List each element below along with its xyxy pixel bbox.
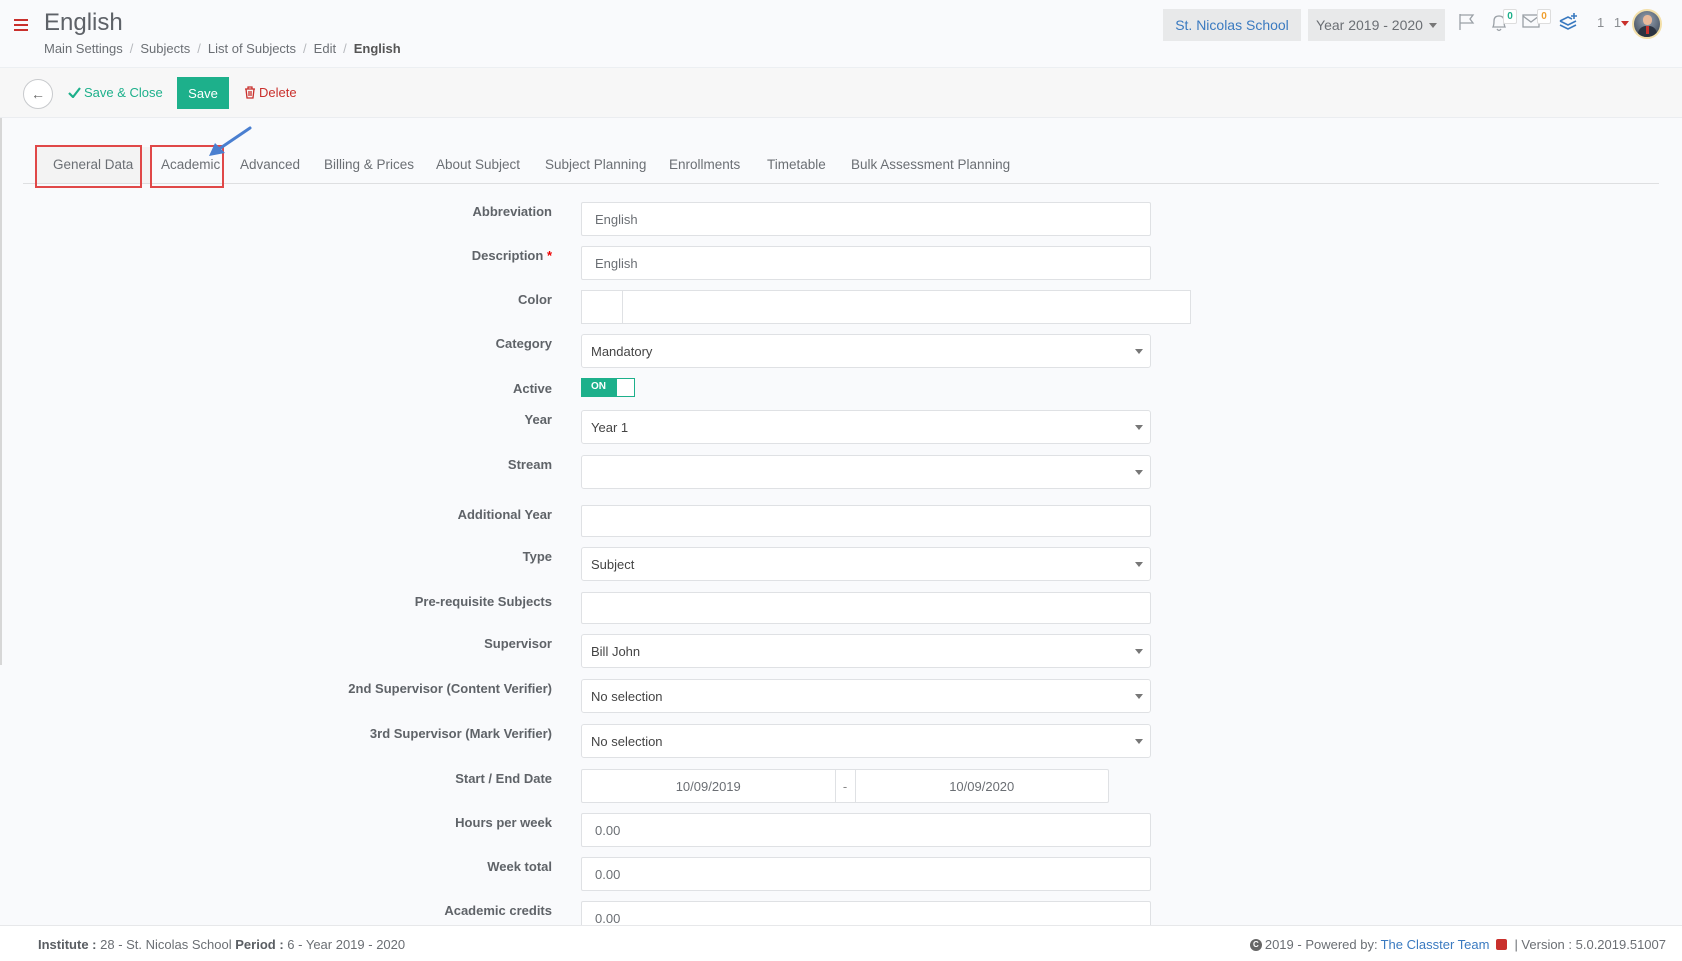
tab-timetable[interactable]: Timetable (767, 147, 826, 183)
stream-label: Stream (507, 457, 552, 472)
save-button[interactable]: Save (177, 77, 229, 109)
category-label: Category (495, 336, 552, 351)
check-icon (68, 87, 81, 98)
save-and-close-label: Save & Close (84, 85, 163, 100)
user-menu-caret-icon[interactable] (1621, 21, 1629, 26)
chevron-down-icon (1135, 649, 1143, 654)
chevron-down-icon (1135, 562, 1143, 567)
second-supervisor-label: 2nd Supervisor (Content Verifier) (348, 681, 552, 696)
copyright-text: 2019 - Powered by: (1264, 937, 1378, 952)
chevron-down-icon (1428, 22, 1437, 28)
page-title: English (44, 9, 123, 36)
start-date-input[interactable]: 10/09/2019 (582, 770, 835, 802)
required-asterisk: * (546, 248, 552, 263)
tab-bulk-assessment-planning[interactable]: Bulk Assessment Planning (851, 147, 1010, 183)
tab-academic[interactable]: Academic (157, 147, 220, 183)
tab-billing-prices[interactable]: Billing & Prices (324, 147, 414, 183)
year-label: Year (524, 412, 552, 427)
notifications-bell-icon[interactable]: 0 (1490, 9, 1517, 36)
version-text: | Version : 5.0.2019.51007 (1514, 937, 1666, 952)
menu-toggle-icon[interactable] (14, 19, 28, 33)
abbreviation-label: Abbreviation (472, 204, 552, 219)
stream-select[interactable] (581, 455, 1151, 489)
notifications-badge: 0 (1503, 9, 1517, 24)
supervisor-select[interactable]: Bill John (581, 634, 1151, 668)
color-picker-input[interactable] (581, 290, 1191, 324)
abbreviation-input[interactable]: English (581, 202, 1151, 236)
year-selector-label: Year 2019 - 2020 (1316, 17, 1423, 33)
footer-institute-info: Institute : 28 - St. Nicolas School Peri… (38, 937, 406, 952)
active-toggle[interactable]: ON (581, 378, 635, 397)
second-supervisor-select[interactable]: No selection (581, 679, 1151, 713)
messages-badge: 0 (1537, 9, 1551, 24)
hours-per-week-label: Hours per week (455, 815, 552, 830)
prerequisite-subjects-input[interactable] (581, 592, 1151, 624)
arrow-left-icon: ← (31, 86, 45, 102)
trash-icon (245, 86, 255, 99)
chevron-down-icon (1135, 470, 1143, 475)
tab-advanced[interactable]: Advanced (240, 147, 300, 183)
category-select[interactable]: Mandatory (581, 334, 1151, 368)
breadcrumb-current: English (353, 41, 401, 56)
footer: Institute : 28 - St. Nicolas School Peri… (0, 925, 1682, 961)
description-input[interactable]: English (581, 246, 1151, 280)
delete-button[interactable]: Delete (244, 85, 297, 100)
chevron-down-icon (1135, 694, 1143, 699)
supervisor-label: Supervisor (484, 636, 552, 651)
breadcrumb-main-settings[interactable]: Main Settings (44, 41, 123, 56)
delete-label: Delete (259, 85, 297, 100)
prerequisite-subjects-label: Pre-requisite Subjects (414, 594, 552, 609)
year-select[interactable]: Year 1 (581, 410, 1151, 444)
color-label: Color (518, 292, 552, 307)
back-button[interactable]: ← (23, 79, 53, 109)
chevron-down-icon (1135, 425, 1143, 430)
type-select[interactable]: Subject (581, 547, 1151, 581)
tab-subject-planning[interactable]: Subject Planning (545, 147, 646, 183)
date-range-input: 10/09/2019 - 10/09/2020 (581, 769, 1109, 803)
chevron-down-icon (1135, 349, 1143, 354)
breadcrumb: Main Settings / Subjects / List of Subject… (44, 41, 401, 56)
copyright-icon: C (1249, 938, 1262, 951)
breadcrumb-list-of-subjects[interactable]: List of Subjects (208, 41, 296, 56)
color-swatch[interactable] (582, 291, 623, 323)
avatar[interactable] (1632, 9, 1662, 39)
week-total-label: Week total (487, 859, 552, 874)
powered-by-link[interactable]: The Classter Team (1381, 937, 1490, 952)
header: English Main Settings / Subjects / List of… (0, 0, 1682, 68)
save-and-close-button[interactable]: Save & Close (68, 85, 163, 100)
hours-per-week-input[interactable]: 0.00 (581, 813, 1151, 847)
school-selector-button[interactable]: St. Nicolas School (1163, 9, 1301, 41)
breadcrumb-subjects[interactable]: Subjects (140, 41, 190, 56)
action-toolbar: ← Save & Close Save Delete (0, 68, 1682, 118)
tab-general-data[interactable]: General Data (36, 147, 152, 183)
academic-credits-label: Academic credits (444, 903, 552, 918)
footer-credits: C 2019 - Powered by: The Classter Team |… (1249, 937, 1666, 952)
additional-year-label: Additional Year (457, 507, 552, 522)
week-total-input[interactable]: 0.00 (581, 857, 1151, 891)
tab-enrollments[interactable]: Enrollments (669, 147, 740, 183)
third-supervisor-select[interactable]: No selection (581, 724, 1151, 758)
chevron-down-icon (1135, 739, 1143, 744)
active-label: Active (512, 381, 552, 396)
flag-icon[interactable] (1458, 13, 1476, 34)
end-date-input[interactable]: 10/09/2020 (856, 770, 1109, 802)
breadcrumb-edit[interactable]: Edit (314, 41, 336, 56)
layers-add-icon[interactable] (1559, 11, 1579, 34)
third-supervisor-label: 3rd Supervisor (Mark Verifier) (369, 726, 552, 741)
classter-logo-icon (1496, 939, 1508, 950)
tab-about-subject[interactable]: About Subject (436, 147, 520, 183)
year-selector-dropdown[interactable]: Year 2019 - 2020 (1308, 9, 1445, 41)
date-separator: - (834, 770, 856, 802)
tab-bar: General Data Academic Advanced Billing &… (23, 147, 1659, 184)
messages-envelope-icon[interactable]: 0 (1522, 9, 1551, 32)
description-label: Description * (471, 248, 552, 263)
type-label: Type (522, 549, 552, 564)
start-end-date-label: Start / End Date (455, 771, 552, 786)
additional-year-input[interactable] (581, 505, 1151, 537)
